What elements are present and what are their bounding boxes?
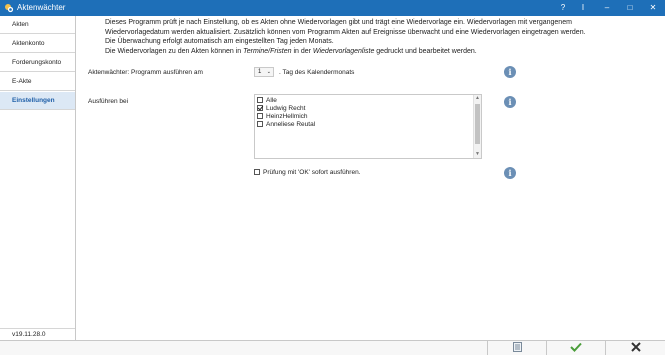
title-bar: Aktenwächter ? I – □ ✕ bbox=[0, 0, 665, 16]
cancel-x-icon bbox=[630, 342, 641, 352]
help-button[interactable]: ? bbox=[553, 2, 573, 14]
sidebar-item-forderungskonto[interactable]: Forderungskonto bbox=[0, 54, 75, 72]
checkbox-heinzhellmich[interactable] bbox=[257, 113, 263, 119]
intro-text-part: in der bbox=[291, 47, 313, 55]
day-select-value: 1 bbox=[258, 69, 262, 75]
version-label: v19.11.28.0 bbox=[0, 328, 75, 340]
intro-line: Dieses Programm prüft je nach Einstellun… bbox=[105, 19, 572, 26]
list-item[interactable]: Ludwig Recht bbox=[257, 105, 305, 113]
cancel-button[interactable] bbox=[605, 341, 665, 355]
info-icon[interactable]: i bbox=[504, 96, 516, 108]
list-item-label: HeinzHellmich bbox=[266, 113, 308, 120]
intro-line: Die Wiedervorlagen zu den Akten können i… bbox=[105, 47, 660, 57]
schedule-label: Aktenwächter: Programm ausführen am bbox=[88, 69, 203, 76]
info-icon[interactable]: i bbox=[504, 66, 516, 78]
day-select[interactable]: 1 ⌄ bbox=[254, 67, 274, 77]
info-button[interactable]: I bbox=[573, 2, 593, 14]
scroll-up-icon[interactable]: ▲ bbox=[474, 95, 481, 102]
minimize-button[interactable]: – bbox=[597, 2, 617, 14]
maximize-button[interactable]: □ bbox=[620, 2, 640, 14]
sidebar-item-akten[interactable]: Akten bbox=[0, 16, 75, 34]
window-title: Aktenwächter bbox=[17, 3, 66, 12]
sidebar-item-aktenkonto[interactable]: Aktenkonto bbox=[0, 35, 75, 53]
checkbox-ludwig-recht[interactable] bbox=[257, 105, 263, 111]
checkbox-anneliese-reutal[interactable] bbox=[257, 121, 263, 127]
list-item-label: Alle bbox=[266, 97, 277, 104]
immediate-run-label: Prüfung mit 'OK' sofort ausführen. bbox=[263, 169, 361, 176]
user-listbox[interactable]: Alle Ludwig Recht HeinzHellmich Annelies… bbox=[254, 94, 482, 159]
intro-line: Wiedervorlagedatum werden aktualisiert. … bbox=[105, 28, 586, 36]
execute-for-label: Ausführen bei bbox=[88, 98, 129, 105]
scroll-thumb[interactable] bbox=[475, 104, 480, 144]
close-button[interactable]: ✕ bbox=[643, 2, 663, 14]
list-item-label: Ludwig Recht bbox=[266, 105, 306, 112]
termine-fristen-ref: Termine/Fristen bbox=[243, 47, 292, 55]
ok-check-icon bbox=[570, 342, 582, 352]
list-item-label: Anneliese Reutal bbox=[266, 121, 316, 128]
intro-text: Dieses Programm prüft je nach Einstellun… bbox=[105, 18, 660, 56]
wiedervorlagenliste-ref: Wiedervorlagenliste bbox=[312, 47, 375, 55]
chevron-down-icon: ⌄ bbox=[266, 69, 271, 75]
app-icon bbox=[5, 4, 14, 13]
list-item[interactable]: Anneliese Reutal bbox=[257, 121, 315, 129]
sidebar-item-e-akte[interactable]: E-Akte bbox=[0, 73, 75, 91]
intro-text-part: Die Wiedervorlagen zu den Akten können i… bbox=[105, 47, 244, 55]
checkbox-alle[interactable] bbox=[257, 97, 263, 103]
settings-panel: Dieses Programm prüft je nach Einstellun… bbox=[77, 16, 665, 340]
list-icon bbox=[512, 342, 522, 352]
list-button[interactable] bbox=[487, 341, 546, 355]
day-suffix-label: . Tag des Kalendermonats bbox=[279, 69, 355, 76]
immediate-run-checkbox[interactable] bbox=[254, 169, 260, 175]
scroll-down-icon[interactable]: ▼ bbox=[474, 151, 481, 158]
ok-button[interactable] bbox=[546, 341, 605, 355]
sidebar: Akten Aktenkonto Forderungskonto E-Akte … bbox=[0, 16, 76, 340]
sidebar-item-einstellungen[interactable]: Einstellungen bbox=[0, 92, 75, 110]
intro-line: Die Überwachung erfolgt automatisch am e… bbox=[105, 38, 334, 46]
listbox-scrollbar[interactable]: ▲ ▼ bbox=[473, 95, 481, 158]
footer-bar bbox=[0, 340, 665, 355]
info-icon[interactable]: i bbox=[504, 167, 516, 179]
intro-text-part: gedruckt und bearbeitet werden. bbox=[374, 47, 477, 55]
immediate-run-option[interactable]: Prüfung mit 'OK' sofort ausführen. bbox=[254, 169, 361, 176]
list-item[interactable]: HeinzHellmich bbox=[257, 113, 308, 121]
